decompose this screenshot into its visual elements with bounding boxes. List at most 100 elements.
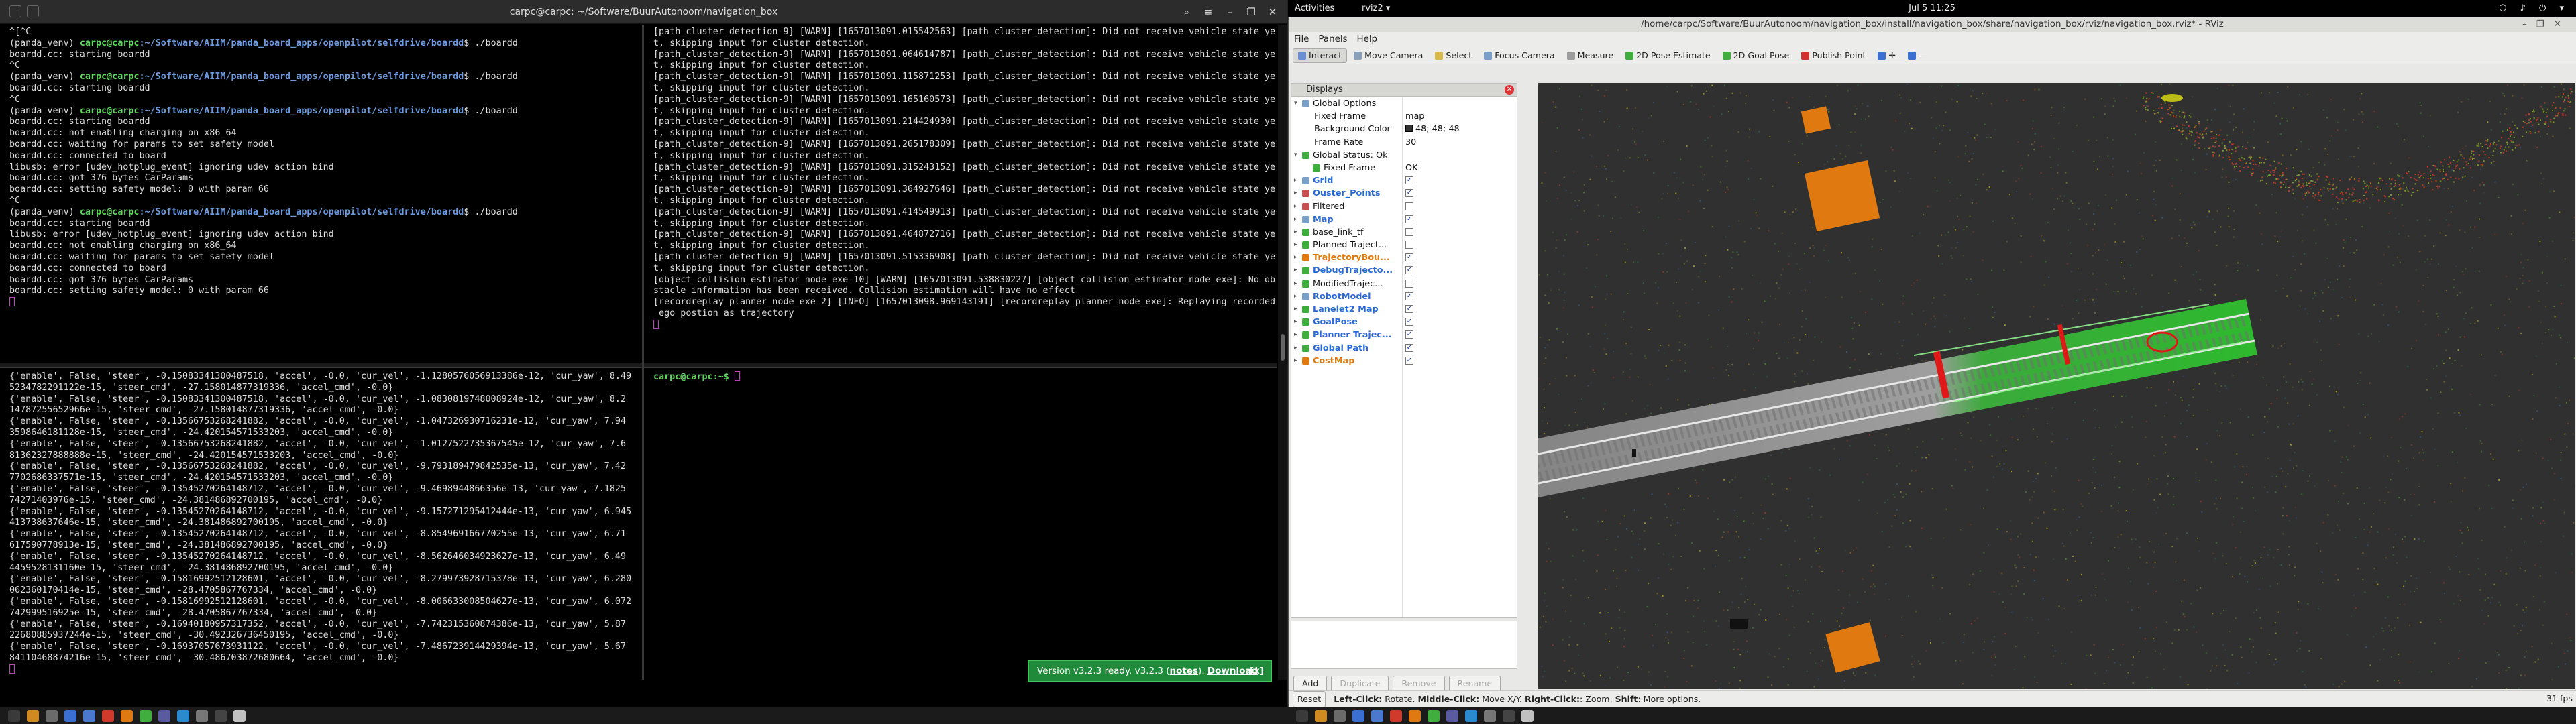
display-enabled-checkbox[interactable] [1405,241,1413,249]
rviz-window-controls[interactable]: –❐✕ [2522,17,2571,32]
taskbar-app-icon[interactable] [1409,710,1421,722]
expand-icon[interactable]: ▸ [1294,174,1297,187]
rviz-titlebar[interactable]: /home/carpc/Software/BuurAutonoom/naviga… [1289,17,2576,32]
display-value[interactable]: 30 [1405,136,1416,149]
display-row[interactable]: ▸ Global Path ✓ [1291,342,1517,355]
taskbar-app-icon[interactable] [102,710,114,722]
clock[interactable]: Jul 5 11:25 [1288,0,2576,17]
display-row[interactable]: Fixed Frame map [1291,110,1517,123]
display-enabled-checkbox[interactable]: ✓ [1405,176,1413,185]
display-enabled-checkbox[interactable] [1405,202,1413,210]
display-enabled-checkbox[interactable]: ✓ [1405,318,1413,326]
expand-icon[interactable]: ▸ [1294,200,1297,213]
display-row[interactable]: ▸ Ouster_Points ✓ [1291,187,1517,200]
panel-splitter[interactable] [1520,83,1536,689]
tool-1[interactable]: Move Camera [1348,48,1428,63]
menu-file[interactable]: File [1294,32,1309,47]
display-row[interactable]: Frame Rate 30 [1291,136,1517,149]
close-icon[interactable]: ✕ [1263,3,1282,21]
display-row[interactable]: Fixed Frame OK [1291,162,1517,174]
display-value[interactable]: map [1405,110,1424,123]
expand-icon[interactable]: ▸ [1294,278,1297,290]
terminal-pane-top-left[interactable]: ^[^C (panda_venv) carpc@carpc:~/Software/… [0,25,641,361]
taskbar-app-icon[interactable] [1390,710,1402,722]
minimize-icon[interactable]: – [1220,3,1239,21]
taskbar-app-icon[interactable] [27,710,39,722]
display-row[interactable]: ▸ Lanelet2 Map ✓ [1291,303,1517,316]
menu-icon[interactable]: ≡ [1199,3,1218,21]
expand-icon[interactable]: ▸ [1294,239,1297,251]
expand-icon[interactable]: ▸ [1294,213,1297,226]
taskbar-app-icon[interactable] [1503,710,1515,722]
add-button[interactable]: Add [1293,676,1328,692]
display-row[interactable]: ▸ RobotModel ✓ [1291,290,1517,303]
close-icon[interactable]: ✕ [1505,85,1514,95]
expand-icon[interactable]: ▸ [1294,355,1297,367]
display-enabled-checkbox[interactable]: ✓ [1405,343,1413,352]
expand-icon[interactable]: ▾ [1294,149,1297,162]
display-enabled-checkbox[interactable] [1405,227,1413,236]
taskbar-app-icon[interactable] [121,710,133,722]
taskbar-app-icon[interactable] [233,710,246,722]
3d-viewport[interactable] [1538,83,2575,689]
menu-panels[interactable]: Panels [1318,32,1347,47]
tool-3[interactable]: Focus Camera [1479,48,1560,63]
update-close-button[interactable]: [x] [1250,661,1264,681]
display-enabled-checkbox[interactable]: ✓ [1405,266,1413,275]
display-enabled-checkbox[interactable]: ✓ [1405,330,1413,339]
taskbar-app-icon[interactable] [1315,710,1327,722]
display-row[interactable]: ▸ Planned Traject... [1291,239,1517,251]
duplicate-button[interactable]: Duplicate [1331,676,1389,692]
taskbar-app-icon[interactable] [1521,710,1534,722]
terminal-pane-top-right[interactable]: [path_cluster_detection-9] [WARN] [16570… [644,25,1276,361]
reset-button[interactable]: Reset [1293,691,1326,707]
display-row[interactable]: ▸ Planner Trajec... ✓ [1291,328,1517,341]
display-enabled-checkbox[interactable] [1405,279,1413,288]
tool-2[interactable]: Select [1430,48,1477,63]
taskbar-app-icon[interactable] [140,710,152,722]
display-value[interactable]: 48; 48; 48 [1405,123,1460,135]
taskbar-app-icon[interactable] [1371,710,1383,722]
taskbar-app-icon[interactable] [1334,710,1346,722]
display-row[interactable]: ▾ Global Status: Ok [1291,149,1517,162]
display-row[interactable]: ▸ GoalPose ✓ [1291,316,1517,328]
tool-7[interactable]: Publish Point [1796,48,1871,63]
pane-splitter-horizontal[interactable] [0,363,1277,368]
terminal-pane-bottom-right[interactable]: carpc@carpc:~$ [644,370,1276,678]
update-notes-link[interactable]: notes [1170,666,1199,676]
display-enabled-checkbox[interactable]: ✓ [1405,215,1413,223]
display-row[interactable]: ▸ Grid ✓ [1291,174,1517,187]
display-enabled-checkbox[interactable]: ✓ [1405,305,1413,313]
taskbar-app-icon[interactable] [46,710,58,722]
tool-8[interactable]: ✛ [1872,48,1901,63]
taskbar-app-icon[interactable] [158,710,170,722]
taskbar-app-icon[interactable] [215,710,227,722]
expand-icon[interactable]: ▸ [1294,316,1297,328]
scrollbar-thumb[interactable] [1281,334,1285,361]
display-enabled-checkbox[interactable]: ✓ [1405,253,1413,262]
expand-icon[interactable]: ▸ [1294,226,1297,239]
tool-4[interactable]: Measure [1562,48,1619,63]
expand-icon[interactable]: ▸ [1294,328,1297,341]
display-row[interactable]: ▸ DebugTrajecto... ✓ [1291,264,1517,277]
taskbar-app-icon[interactable] [83,710,95,722]
terminal-scrollbar[interactable] [1278,25,1287,680]
display-enabled-checkbox[interactable]: ✓ [1405,189,1413,198]
maximize-icon[interactable]: ❐ [1242,3,1260,21]
terminal-titlebar[interactable]: carpc@carpc: ~/Software/BuurAutonoom/nav… [0,0,1287,24]
system-tray[interactable]: ⬡ ♪ ⏻ ▾ [2499,0,2569,17]
display-row[interactable]: ▸ Map ✓ [1291,213,1517,226]
expand-icon[interactable]: ▸ [1294,342,1297,355]
expand-icon[interactable]: ▸ [1294,303,1297,316]
taskbar-app-icon[interactable] [196,710,208,722]
taskbar-app-icon[interactable] [1446,710,1458,722]
taskbar-app-icon[interactable] [1296,710,1308,722]
display-value[interactable]: OK [1405,162,1417,174]
display-row[interactable]: ▸ CostMap ✓ [1291,355,1517,367]
rename-button[interactable]: Rename [1448,676,1501,692]
taskbar-app-icon[interactable] [1428,710,1440,722]
remove-button[interactable]: Remove [1393,676,1445,692]
display-enabled-checkbox[interactable]: ✓ [1405,292,1413,300]
display-row[interactable]: ▸ base_link_tf [1291,226,1517,239]
taskbar-app-icon[interactable] [8,710,20,722]
